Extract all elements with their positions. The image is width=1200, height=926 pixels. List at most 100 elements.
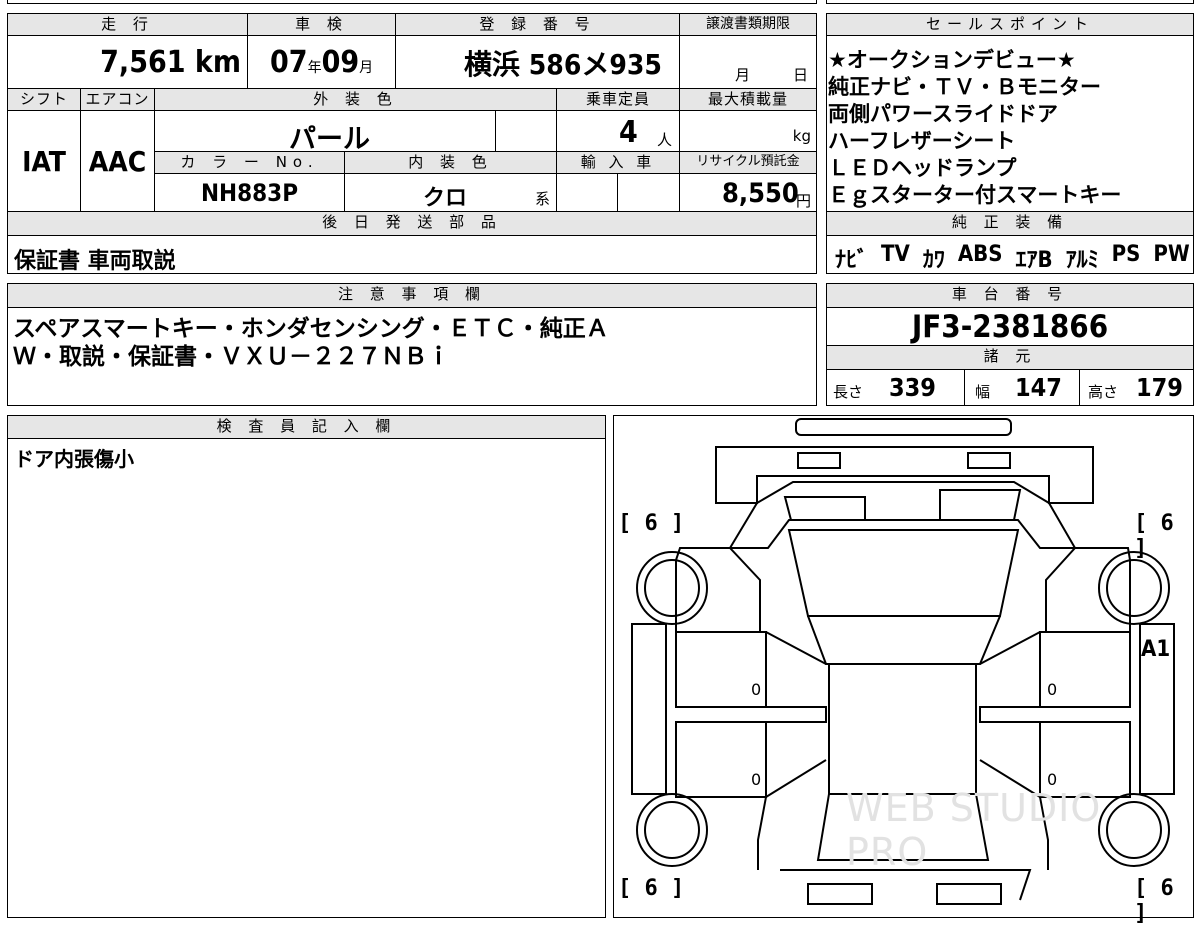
recycle-value: 8,550	[722, 178, 799, 209]
roof-front-shape	[807, 615, 1001, 665]
specs-header: 諸 元	[826, 345, 1194, 370]
left-side-panel-shape	[631, 623, 667, 795]
sales-point-line: ★オークションデビュー★	[828, 48, 1076, 72]
notes-line: スペアスマートキー・ホンダセンシング・ＥＴＣ・純正Ａ	[13, 316, 609, 342]
inspector-header: 検 査 員 記 入 欄	[7, 415, 606, 439]
equipment-header: 純 正 装 備	[826, 211, 1194, 236]
chassis-header: 車 台 番 号	[826, 283, 1194, 308]
inspection-header: 車 検	[247, 13, 396, 36]
spec-length-label: 長さ	[833, 383, 864, 401]
wiper-right-shape	[939, 489, 1022, 521]
wheel-rear-left-inner-shape	[644, 801, 700, 859]
tire-rear-right-label: [ 6 ]	[1134, 876, 1174, 926]
sales-point-line: Ｅｇスターター付スマートキー	[828, 183, 1122, 207]
equipment-item: ｱﾙﾐ	[1065, 248, 1099, 273]
tire-rear-left-label: [ 6 ]	[618, 876, 685, 901]
ac-header: エアコン	[80, 88, 155, 111]
spec-height-cell: 高さ 179	[1079, 369, 1194, 406]
max-load-unit: kg	[792, 127, 811, 145]
inspection-year: 07	[270, 45, 308, 80]
right-door-lines-shape	[979, 631, 1041, 798]
chassis-value: JF3-2381866	[826, 307, 1194, 346]
spec-width-cell: 幅 147	[964, 369, 1080, 406]
inspector-text: ドア内張傷小	[14, 447, 134, 471]
tire-front-left-label: [ 6 ]	[618, 511, 685, 536]
equipment-list: ﾅﾋﾞ TV ｶﾜ ABS ｴｱB ｱﾙﾐ PS PW	[835, 242, 1190, 273]
import-header: 輸 入 車	[556, 151, 680, 174]
max-load-header: 最大積載量	[679, 88, 817, 111]
ac-value: AAC	[80, 110, 155, 212]
door-mark: 0	[1047, 680, 1058, 699]
equipment-item: PW	[1153, 242, 1190, 267]
capacity-header: 乗車定員	[556, 88, 680, 111]
inspection-cell: 07年09月	[247, 35, 396, 89]
car-diagram: [ 6 ] [ 6 ] [ 6 ] [ 6 ] A1 0 0 0 0 WEB S…	[613, 415, 1194, 926]
equipment-item: ｶﾜ	[922, 248, 945, 273]
spec-length-value: 339	[889, 373, 936, 402]
registration-header: 登 録 番 号	[395, 13, 680, 36]
sales-point-line: ＬＥＤヘッドランプ	[828, 156, 1017, 180]
import-cell-left	[556, 173, 618, 212]
equipment-item: ﾅﾋﾞ	[835, 248, 869, 273]
max-load-cell: kg	[679, 110, 817, 152]
wiper-left-shape	[783, 496, 866, 521]
later-parts-value: 保証書 車両取説	[14, 249, 176, 274]
shift-value: IAT	[7, 110, 81, 212]
wheel-front-left-inner-shape	[644, 559, 700, 617]
door-mark: 0	[751, 680, 762, 699]
mileage-header: 走 行	[7, 13, 248, 36]
transfer-deadline-cell: 月 日	[679, 35, 817, 89]
sales-point-line: 両側パワースライドドア	[828, 102, 1058, 126]
color-no-value: NH883P	[154, 173, 345, 212]
interior-color-cell: クロ 系	[344, 173, 557, 212]
registration-cell: 横浜 586メ935	[395, 35, 680, 89]
inspector-cell: ドア内張傷小	[7, 438, 606, 918]
registration-value: 横浜 586メ935	[464, 48, 662, 81]
interior-color-suffix: 系	[535, 190, 551, 208]
notes-header: 注 意 事 項 欄	[7, 283, 817, 308]
headlight-right-shape	[967, 452, 1011, 469]
inspection-month-unit: 月	[359, 60, 374, 76]
wheel-front-left-shape	[636, 551, 708, 625]
recycle-cell: 8,550 円	[679, 173, 817, 212]
tire-front-right-label: [ 6 ]	[1134, 511, 1174, 561]
transfer-deadline-header: 譲渡書類期限	[679, 13, 817, 36]
taillight-left-shape	[807, 883, 873, 905]
notes-cell: スペアスマートキー・ホンダセンシング・ＥＴＣ・純正Ａ Ｗ・取説・保証書・ＶＸＵ－…	[7, 307, 817, 406]
left-door-lines-shape	[765, 631, 827, 798]
wheel-front-right-shape	[1098, 551, 1170, 625]
front-bumper-shape	[795, 418, 1012, 436]
mileage-unit: km	[194, 45, 241, 80]
top-strip	[7, 0, 817, 4]
capacity-cell: 4 人	[556, 110, 680, 152]
interior-color-value: クロ	[423, 186, 468, 211]
notes-text: スペアスマートキー・ホンダセンシング・ＥＴＣ・純正Ａ Ｗ・取説・保証書・ＶＸＵ－…	[13, 315, 609, 371]
watermark: WEB STUDIO PRO	[846, 786, 1102, 874]
equipment-cell: ﾅﾋﾞ TV ｶﾜ ABS ｴｱB ｱﾙﾐ PS PW	[826, 235, 1194, 274]
wheel-rear-left-shape	[636, 793, 708, 867]
spec-width-value: 147	[1015, 373, 1062, 402]
front-fender-shape	[728, 481, 1077, 549]
sales-points-list: ★オークションデビュー★ 純正ナビ・ＴＶ・Ｂモニター 両側パワースライドドア ハ…	[828, 47, 1121, 209]
windshield-shape	[787, 529, 1020, 617]
sales-point-line: ハーフレザーシート	[828, 129, 1016, 153]
interior-color-header: 内 装 色	[344, 151, 557, 174]
equipment-item: TV	[881, 242, 910, 267]
mileage-cell: 7,561 km	[7, 35, 248, 89]
spec-height-value: 179	[1136, 373, 1183, 402]
right-pillar-shape	[979, 706, 1130, 723]
transfer-day-unit: 日	[793, 66, 809, 84]
capacity-value: 4	[619, 115, 638, 150]
shift-header: シフト	[7, 88, 81, 111]
door-mark: 0	[751, 770, 762, 789]
sales-points-header: セールスポイント	[826, 13, 1194, 36]
equipment-item: PS	[1111, 242, 1141, 267]
taillight-right-shape	[936, 883, 1002, 905]
transfer-month-unit: 月	[735, 66, 751, 84]
spec-height-label: 高さ	[1088, 383, 1119, 401]
spec-length-cell: 長さ 339	[826, 369, 965, 406]
spec-width-label: 幅	[975, 383, 991, 401]
left-pillar-shape	[676, 706, 827, 723]
inspection-month: 09	[321, 45, 360, 80]
color-no-header: カ ラ ー No.	[154, 151, 345, 174]
